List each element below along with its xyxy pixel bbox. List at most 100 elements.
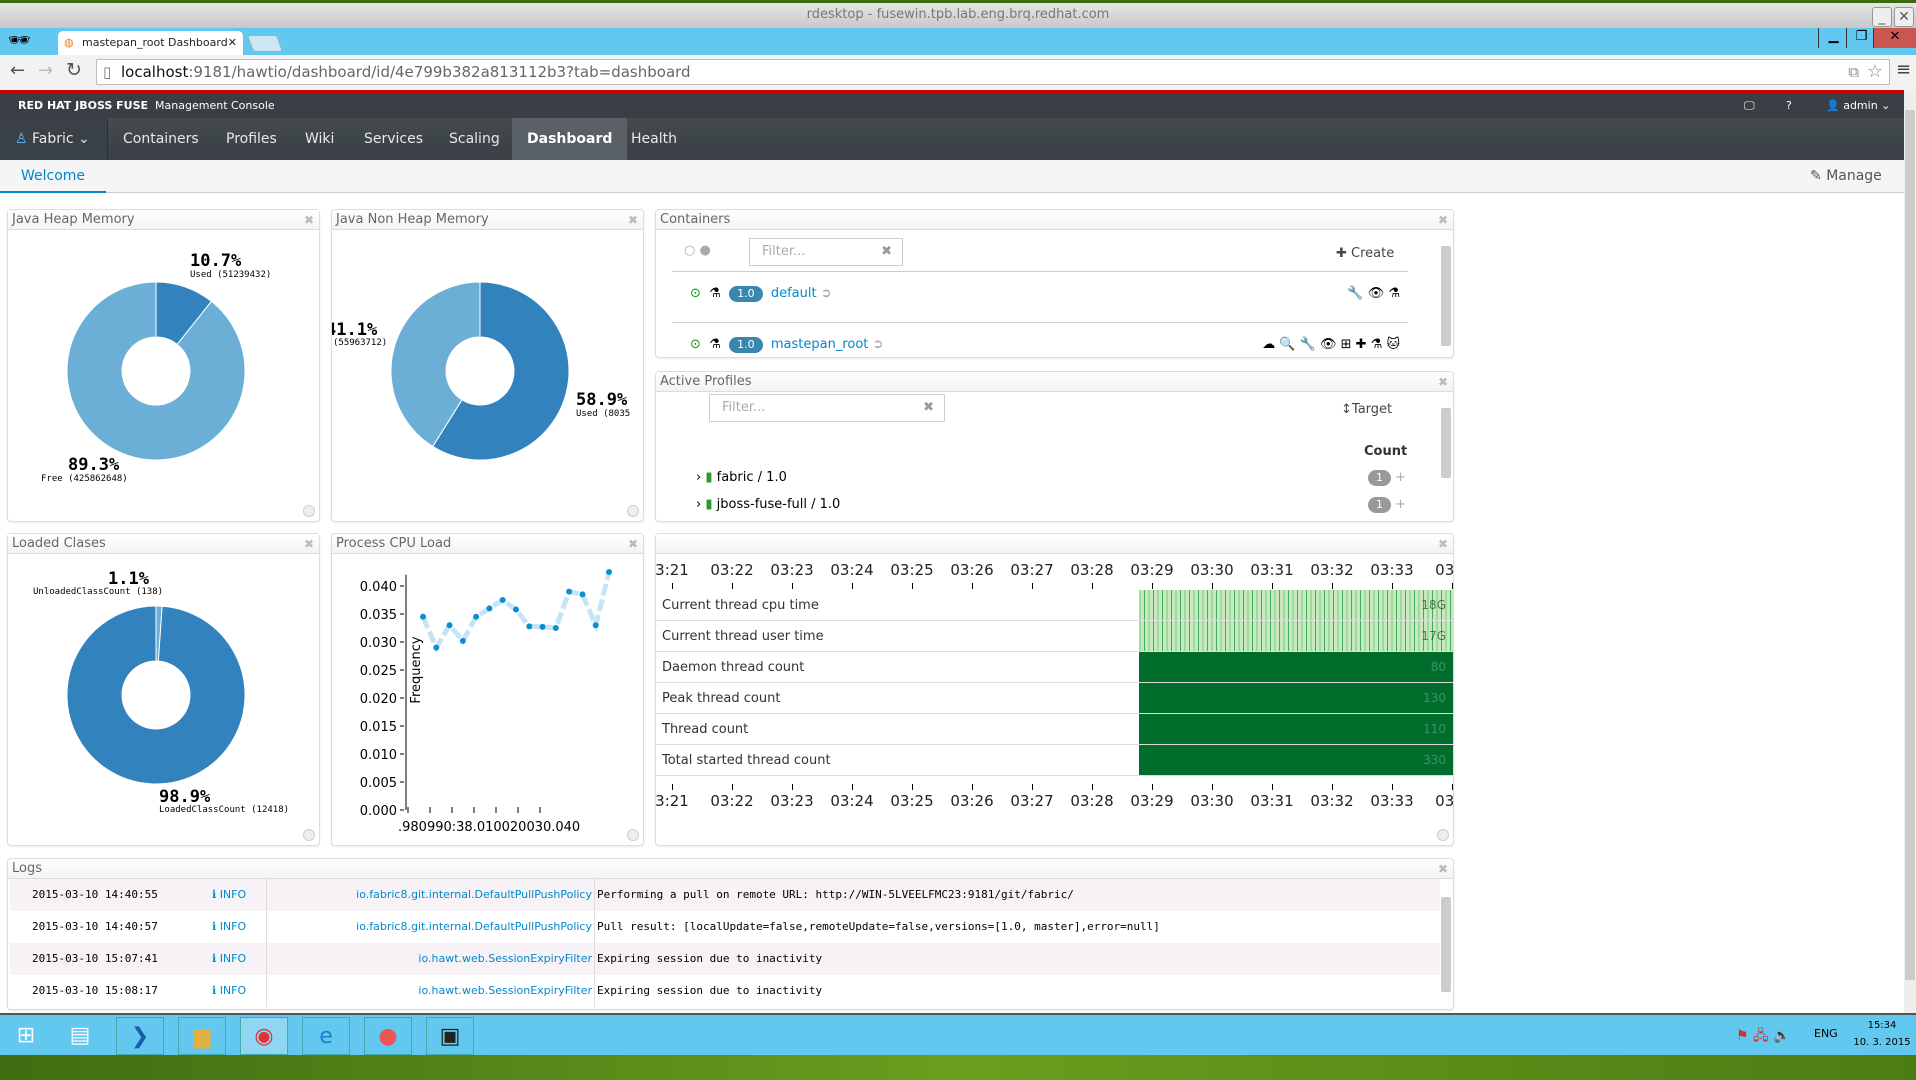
thread-metric-row[interactable]: Total started thread count 330 (656, 745, 1453, 776)
cpu-data-point[interactable] (552, 625, 559, 631)
start-icon[interactable]: ⊞ (2, 1017, 50, 1055)
bookmark-star-icon[interactable]: ☆ (1867, 60, 1883, 84)
nav-dashboard[interactable]: Dashboard (512, 118, 628, 160)
page-scrollbar[interactable] (1904, 90, 1916, 1013)
url-input[interactable]: ▯ localhost:9181/hawtio/dashboard/id/4e79… (96, 59, 1890, 85)
nav-fabric[interactable]: ♙ Fabric ⌄ (0, 118, 108, 160)
cpu-data-point[interactable] (499, 597, 506, 603)
status-filter-toggle[interactable]: ○ ● (684, 243, 711, 258)
server-manager-icon[interactable]: ▤ (56, 1017, 104, 1055)
add-icon[interactable]: + (1395, 497, 1406, 512)
container-row[interactable]: ⊙ ⚗ 1.0 mastepan_root ➲ ☁ 🔍 🔧 👁 ⊞ ✚ ⚗ 🐱 (690, 337, 1410, 357)
expand-chevron-icon[interactable]: › (696, 497, 701, 512)
close-tab-icon[interactable]: ✕ (228, 31, 237, 55)
nav-services[interactable]: Services (349, 118, 438, 160)
thread-metric-row[interactable]: Thread count 110 (656, 714, 1453, 745)
tray-icons[interactable]: ⚑ 🖧 🔈 (1736, 1025, 1791, 1049)
cpu-data-point[interactable] (433, 644, 440, 651)
log-logger-link[interactable]: io.fabric8.git.internal.DefaultPullPushP… (356, 911, 592, 943)
cpu-data-point[interactable] (539, 623, 546, 630)
container-link[interactable]: default (771, 286, 817, 301)
panel-header[interactable]: Containers ✖ (656, 210, 1453, 230)
panel-header[interactable]: Active Profiles ✖ (656, 372, 1453, 392)
resize-handle[interactable] (303, 829, 315, 841)
log-row[interactable]: 2015-03-10 15:07:41 ℹ INFO io.hawt.web.S… (10, 943, 1440, 975)
language-indicator[interactable]: ENG (1814, 1027, 1838, 1040)
close-icon[interactable]: ✖ (1438, 211, 1448, 230)
thread-metric-row[interactable]: Current thread cpu time 18G (656, 590, 1453, 621)
logs-scrollbar[interactable] (1441, 897, 1451, 992)
explorer-icon[interactable]: ▆ (178, 1017, 226, 1055)
nav-profiles[interactable]: Profiles (211, 118, 292, 160)
terminal-icon[interactable]: ▣ (426, 1017, 474, 1055)
cpu-data-point[interactable] (446, 622, 453, 629)
nav-health[interactable]: Health (616, 118, 692, 160)
clear-filter-icon[interactable]: ✖ (881, 239, 892, 265)
browser-close-button[interactable]: ✕ (1873, 28, 1916, 48)
log-logger-link[interactable]: io.hawt.web.SessionExpiryFilter (418, 943, 592, 975)
cpu-data-point[interactable] (473, 613, 480, 620)
cpu-data-point[interactable] (566, 588, 573, 595)
container-link[interactable]: mastepan_root (771, 337, 869, 352)
close-icon[interactable]: ✖ (1438, 860, 1448, 879)
connect-icon[interactable]: ➲ (873, 337, 884, 352)
profiles-scrollbar[interactable] (1441, 408, 1451, 478)
cpu-data-point[interactable] (579, 591, 586, 598)
log-logger-link[interactable]: io.fabric8.git.internal.DefaultPullPushP… (356, 879, 592, 911)
container-filter-input[interactable]: Filter... ✖ (749, 238, 903, 266)
desktop-icon[interactable]: 🖵 (1744, 93, 1755, 118)
cpu-data-point[interactable] (592, 622, 599, 629)
clock[interactable]: 15:34 10. 3. 2015 (1852, 1017, 1912, 1051)
target-sort-button[interactable]: ↕Target (1341, 402, 1392, 417)
user-menu[interactable]: 👤 admin ⌄ (1826, 93, 1890, 118)
thread-metric-row[interactable]: Daemon thread count 80 (656, 652, 1453, 683)
minimize-window-button[interactable]: _ (1872, 7, 1892, 27)
cpu-data-point[interactable] (513, 606, 519, 613)
panel-header[interactable]: Logs ✖ (8, 859, 1453, 879)
browser-minimize-button[interactable]: ▁ (1818, 28, 1848, 48)
profile-row[interactable]: › ▮ fabric / 1.0 1 + (696, 470, 1406, 486)
profile-name[interactable]: fabric / 1.0 (717, 470, 787, 485)
profile-name[interactable]: jboss-fuse-full / 1.0 (717, 497, 841, 512)
thread-metric-row[interactable]: Peak thread count 130 (656, 683, 1453, 714)
chrome-icon[interactable]: ◉ (240, 1017, 288, 1055)
help-icon[interactable]: ? (1786, 93, 1792, 118)
nav-wiki[interactable]: Wiki (290, 118, 349, 160)
log-row[interactable]: 2015-03-10 15:08:17 ℹ INFO io.hawt.web.S… (10, 975, 1440, 1007)
clear-filter-icon[interactable]: ✖ (923, 395, 934, 421)
browser-restore-button[interactable]: ❐ (1846, 28, 1876, 48)
forward-icon[interactable]: → (38, 60, 53, 81)
cpu-data-point[interactable] (420, 613, 426, 620)
log-row[interactable]: 2015-03-10 14:40:55 ℹ INFO io.fabric8.gi… (10, 879, 1440, 911)
browser-tab[interactable]: ◍ mastepan_root Dashboard ✕ (58, 31, 243, 55)
page-scroll-thumb[interactable] (1905, 110, 1915, 980)
log-row[interactable]: 2015-03-10 14:40:57 ℹ INFO io.fabric8.gi… (10, 911, 1440, 943)
expand-chevron-icon[interactable]: › (696, 470, 701, 485)
add-icon[interactable]: + (1395, 470, 1406, 485)
nav-scaling[interactable]: Scaling (434, 118, 515, 160)
container-row[interactable]: ⊙ ⚗ 1.0 default ➲ 🔧 👁 ⚗ (690, 286, 1410, 310)
create-container-button[interactable]: ✚ Create (1336, 246, 1394, 261)
manage-button[interactable]: ✎ Manage (1810, 160, 1882, 193)
cpu-data-point[interactable] (459, 637, 466, 644)
containers-scrollbar[interactable] (1441, 246, 1451, 346)
donut-slice[interactable] (66, 605, 246, 785)
firefox-icon[interactable]: ● (364, 1017, 412, 1055)
cpu-data-point[interactable] (526, 623, 533, 630)
menu-icon[interactable]: ≡ (1896, 59, 1911, 80)
log-logger-link[interactable]: io.hawt.web.SessionExpiryFilter (418, 975, 592, 1007)
donut-slice[interactable] (66, 281, 246, 461)
version-badge[interactable]: 1.0 (729, 286, 763, 302)
connect-icon[interactable]: ➲ (821, 286, 832, 301)
new-tab-button[interactable] (246, 35, 284, 52)
powershell-icon[interactable]: ❯ (116, 1017, 164, 1055)
profile-filter-input[interactable]: Filter... ✖ (709, 394, 945, 422)
profile-row[interactable]: › ▮ jboss-fuse-full / 1.0 1 + (696, 497, 1406, 513)
resize-handle[interactable] (1437, 829, 1449, 841)
reload-icon[interactable]: ↻ (66, 59, 82, 81)
thread-metric-row[interactable]: Current thread user time 17G (656, 621, 1453, 652)
translate-icon[interactable]: ⧉ (1848, 60, 1859, 84)
close-window-button[interactable]: ✕ (1894, 7, 1914, 27)
cpu-data-point[interactable] (486, 605, 493, 612)
back-icon[interactable]: ← (10, 60, 25, 81)
